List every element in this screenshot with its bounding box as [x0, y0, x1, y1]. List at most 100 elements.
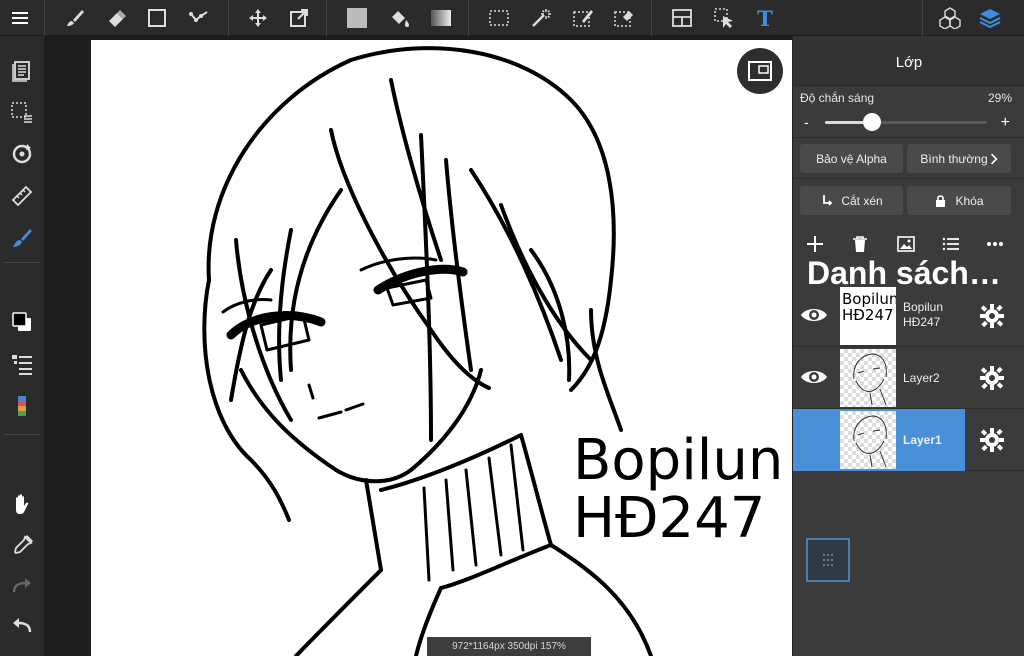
brush-icon[interactable] — [61, 4, 89, 32]
mouth-stroke — [317, 402, 365, 420]
gear-icon[interactable] — [979, 365, 1005, 391]
collar-rib-2 — [464, 468, 478, 567]
layer-row[interactable]: Bopilun HĐ247 Bopilun HĐ247 — [793, 285, 1024, 347]
navigator-button[interactable] — [737, 48, 783, 94]
layer-thumbnail-sketch — [853, 415, 887, 468]
delete-layer-icon[interactable] — [849, 233, 871, 255]
layer-panel: Lớp Độ chắn sáng 29% - + Bảo vệ Alpha Bì… — [792, 36, 1024, 656]
visibility-eye-icon[interactable] — [799, 302, 829, 328]
canvas-area: Bopilun HĐ247 972*1164px 350dpi 157% — [44, 36, 792, 656]
navigator-icon — [748, 61, 772, 81]
blend-mode-button[interactable]: Bình thường — [907, 144, 1011, 173]
opacity-slider-thumb[interactable] — [862, 113, 881, 131]
alpha-lock-button[interactable]: Bảo vệ Alpha — [800, 144, 903, 173]
gradient-icon[interactable] — [427, 4, 455, 32]
opacity-label: Độ chắn sáng — [800, 91, 875, 105]
menu-icon[interactable] — [6, 4, 34, 32]
canvas-text-block: Bopilun HĐ247 — [573, 432, 783, 548]
opacity-slider[interactable] — [825, 113, 987, 131]
clipping-button[interactable]: Cắt xén — [800, 186, 903, 215]
sidebar-divider — [4, 262, 40, 263]
eraser-icon[interactable] — [102, 4, 130, 32]
add-layer-icon[interactable] — [804, 233, 826, 255]
collar-rib-4 — [509, 443, 525, 552]
color-swatch-icon[interactable] — [8, 308, 36, 336]
image-layer-icon[interactable] — [895, 233, 917, 255]
selection-menu-icon[interactable] — [8, 98, 36, 126]
layer-grid-button[interactable] — [806, 538, 850, 582]
layer-thumbnail-text: Bopilun — [842, 290, 896, 308]
selection-rect-icon[interactable] — [485, 4, 513, 32]
panel-layout-icon[interactable] — [668, 4, 696, 32]
layers-icon[interactable] — [976, 4, 1004, 32]
layer-thumbnail-sketch — [853, 353, 887, 406]
eyedropper-icon[interactable] — [8, 532, 36, 560]
drawing-canvas[interactable]: Bopilun HĐ247 — [91, 40, 792, 656]
collar-rib-1 — [444, 478, 455, 572]
bang-stroke-2 — [389, 78, 443, 262]
layer-list-icon[interactable] — [940, 233, 962, 255]
lock-label: Khóa — [955, 193, 984, 208]
neck-stroke — [364, 478, 383, 572]
line-art-drawing — [202, 46, 653, 656]
svg-text:T: T — [757, 7, 773, 29]
grid-dots-icon — [823, 554, 833, 566]
medibang-app: T Bopilun HĐ247 972*1164px 350dpi 157% L… — [0, 0, 1024, 656]
gear-icon[interactable] — [979, 427, 1005, 453]
layer-name-line: HĐ247 — [903, 315, 941, 329]
face-outline-stroke — [239, 368, 483, 484]
layer-thumbnail — [840, 349, 896, 407]
layer-name: Bopilun HĐ247 — [903, 300, 943, 330]
move-icon[interactable] — [244, 4, 272, 32]
shoulder-left-stroke — [294, 568, 383, 656]
nose-stroke — [307, 383, 315, 400]
bucket-icon[interactable] — [385, 4, 413, 32]
visibility-eye-icon[interactable] — [799, 364, 829, 390]
select-tool-icon[interactable] — [710, 4, 738, 32]
opacity-increase-button[interactable]: + — [1001, 114, 1010, 132]
hand-icon[interactable] — [8, 490, 36, 518]
lock-icon — [936, 195, 946, 207]
bang-stroke-4 — [469, 168, 563, 362]
brush-settings-icon[interactable] — [8, 224, 36, 252]
collar-stroke — [379, 433, 553, 590]
text-tool-icon[interactable]: T — [751, 4, 779, 32]
layers-list-icon[interactable] — [8, 350, 36, 378]
bang-stroke-5 — [499, 203, 593, 362]
panel-divider — [793, 178, 1024, 179]
stroke-correction-icon[interactable] — [185, 4, 213, 32]
color-palette-icon[interactable] — [8, 392, 36, 420]
bang-stroke-8 — [529, 248, 572, 382]
toolbar-divider — [228, 0, 229, 36]
transform-icon[interactable] — [285, 4, 313, 32]
pages-icon[interactable] — [8, 56, 36, 84]
redo-icon[interactable] — [8, 572, 36, 600]
canvas-status-bar: 972*1164px 350dpi 157% — [427, 637, 591, 656]
opacity-decrease-button[interactable]: - — [804, 114, 809, 130]
rectangle-shape-icon[interactable] — [143, 4, 171, 32]
gear-icon[interactable] — [979, 303, 1005, 329]
toolbar-divider — [651, 0, 652, 36]
undo-icon[interactable] — [8, 612, 36, 640]
layer-row-selected[interactable]: Layer1 — [793, 409, 1024, 471]
left-sidebar — [0, 36, 44, 656]
layer-name: Layer2 — [903, 371, 940, 385]
hair-right-stroke — [589, 308, 623, 432]
ruler-icon[interactable] — [8, 182, 36, 210]
top-toolbar: T — [0, 0, 1024, 36]
layer-row[interactable]: Layer2 — [793, 347, 1024, 409]
panel-title: Lớp — [793, 36, 1024, 86]
rotate-icon[interactable] — [8, 140, 36, 168]
collar-rib-5 — [422, 486, 431, 582]
toolbar-divider — [326, 0, 327, 36]
materials-icon[interactable] — [936, 4, 964, 32]
toolbar-divider — [44, 0, 45, 36]
layer-actions-bar — [793, 229, 1024, 257]
more-options-icon[interactable] — [984, 233, 1006, 255]
selection-pen-icon[interactable] — [569, 4, 597, 32]
layer-lock-button[interactable]: Khóa — [907, 186, 1011, 215]
fill-color-icon[interactable] — [343, 4, 371, 32]
clipping-label: Cắt xén — [841, 193, 883, 208]
magic-wand-icon[interactable] — [527, 4, 555, 32]
selection-eraser-icon[interactable] — [610, 4, 638, 32]
